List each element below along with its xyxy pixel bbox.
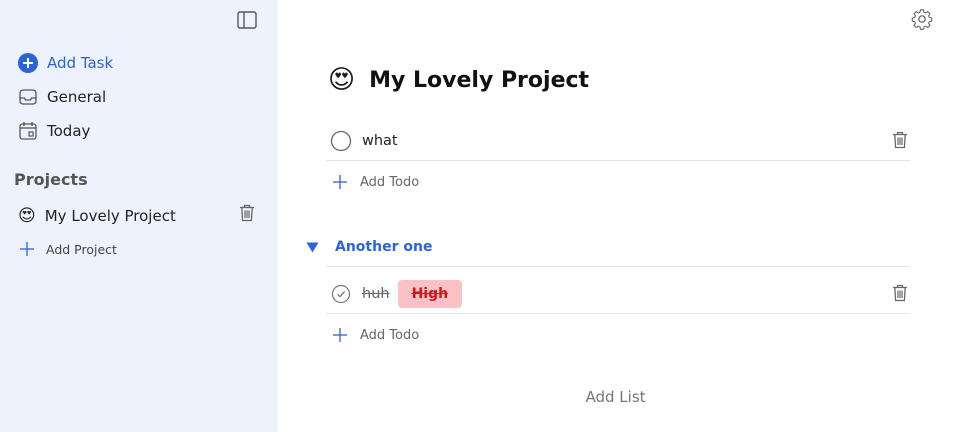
calendar-icon	[18, 121, 38, 141]
add-project-label: Add Project	[46, 241, 117, 257]
add-list-button[interactable]: Add List	[278, 388, 953, 406]
add-task-button[interactable]: Add Task	[18, 51, 113, 75]
todo-text: what	[362, 132, 398, 149]
add-project-button[interactable]: Add Project	[20, 239, 117, 259]
main-panel: 😍 My Lovely Project what Add Todo Anothe…	[278, 0, 953, 432]
todo-item: huh High	[326, 274, 910, 314]
project-label: My Lovely Project	[44, 207, 176, 225]
add-todo-label: Add Todo	[360, 327, 420, 343]
add-task-label: Add Task	[47, 54, 114, 72]
sidebar-item-label: Today	[47, 122, 91, 140]
inbox-icon	[18, 87, 38, 107]
priority-badge: High	[397, 279, 463, 308]
todo-text: huh	[362, 285, 390, 302]
plus-circle-icon	[18, 53, 38, 73]
sidebar: Add Task General Today Projects 😍 My Lov…	[0, 0, 278, 432]
sidebar-item-project[interactable]: 😍 My Lovely Project	[18, 204, 176, 228]
add-todo-button[interactable]: Add Todo	[333, 172, 419, 192]
project-emoji-icon: 😍	[18, 206, 36, 226]
sidebar-item-today[interactable]: Today	[18, 119, 90, 143]
list-name: Another one	[335, 239, 433, 255]
plus-icon	[333, 175, 347, 189]
delete-todo-trash-icon[interactable]	[892, 284, 908, 302]
project-title: My Lovely Project	[369, 67, 590, 93]
triangle-down-icon	[306, 242, 319, 253]
divider	[326, 266, 910, 267]
list-header-toggle[interactable]: Another one	[306, 237, 432, 257]
todo-checkbox-checked[interactable]	[330, 283, 352, 305]
todo-item: what	[326, 121, 910, 161]
sidebar-item-general[interactable]: General	[18, 85, 106, 109]
plus-icon	[20, 242, 34, 256]
page-title: 😍 My Lovely Project	[328, 62, 589, 98]
add-todo-button[interactable]: Add Todo	[333, 325, 419, 345]
delete-project-trash-icon[interactable]	[239, 204, 255, 222]
projects-heading: Projects	[14, 170, 88, 189]
gear-icon[interactable]	[911, 8, 933, 30]
project-emoji-icon: 😍	[328, 65, 356, 95]
plus-icon	[333, 328, 347, 342]
add-todo-label: Add Todo	[360, 174, 420, 190]
sidebar-item-label: General	[47, 88, 107, 106]
todo-checkbox-unchecked[interactable]	[330, 130, 352, 152]
sidebar-toggle-icon[interactable]	[237, 11, 257, 29]
delete-todo-trash-icon[interactable]	[892, 131, 908, 149]
